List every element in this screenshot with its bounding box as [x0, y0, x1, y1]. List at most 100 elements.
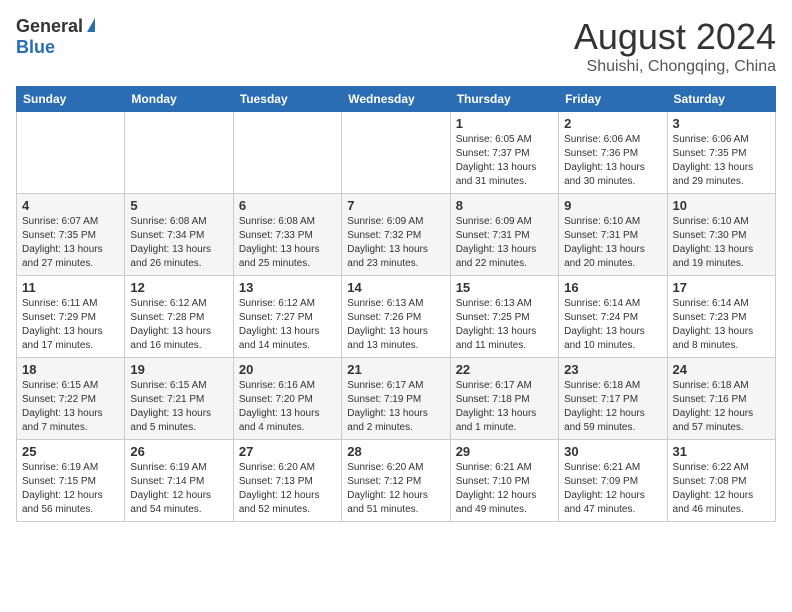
day-info: Sunrise: 6:08 AMSunset: 7:34 PMDaylight:… [130, 215, 227, 271]
day-number: 1 [456, 116, 553, 131]
day-info: Sunrise: 6:08 AMSunset: 7:33 PMDaylight:… [239, 215, 336, 271]
day-number: 23 [564, 362, 661, 377]
calendar-header-tuesday: Tuesday [233, 87, 341, 112]
day-info: Sunrise: 6:13 AMSunset: 7:25 PMDaylight:… [456, 297, 553, 353]
day-number: 30 [564, 444, 661, 459]
day-number: 14 [347, 280, 444, 295]
calendar-cell: 9 Sunrise: 6:10 AMSunset: 7:31 PMDaylight… [559, 194, 667, 276]
calendar-cell: 23 Sunrise: 6:18 AMSunset: 7:17 PMDayligh… [559, 358, 667, 440]
day-info: Sunrise: 6:14 AMSunset: 7:23 PMDaylight:… [673, 297, 770, 353]
calendar-cell: 24 Sunrise: 6:18 AMSunset: 7:16 PMDayligh… [667, 358, 775, 440]
calendar-header-row: SundayMondayTuesdayWednesdayThursdayFrid… [17, 87, 776, 112]
day-info: Sunrise: 6:09 AMSunset: 7:31 PMDaylight:… [456, 215, 553, 271]
day-number: 31 [673, 444, 770, 459]
calendar-table: SundayMondayTuesdayWednesdayThursdayFrid… [16, 86, 776, 522]
day-number: 16 [564, 280, 661, 295]
calendar-cell: 16 Sunrise: 6:14 AMSunset: 7:24 PMDayligh… [559, 276, 667, 358]
day-info: Sunrise: 6:07 AMSunset: 7:35 PMDaylight:… [22, 215, 119, 271]
location-subtitle: Shuishi, Chongqing, China [574, 58, 776, 76]
calendar-week-3: 11 Sunrise: 6:11 AMSunset: 7:29 PMDayligh… [17, 276, 776, 358]
calendar-cell: 21Sunrise: 6:17 AMSunset: 7:19 PMDayligh… [342, 358, 450, 440]
calendar-cell: 11 Sunrise: 6:11 AMSunset: 7:29 PMDayligh… [17, 276, 125, 358]
calendar-cell: 1Sunrise: 6:05 AMSunset: 7:37 PMDaylight… [450, 112, 558, 194]
title-block: August 2024 Shuishi, Chongqing, China [574, 16, 776, 76]
calendar-cell: 28Sunrise: 6:20 AMSunset: 7:12 PMDayligh… [342, 440, 450, 522]
calendar-cell: 14 Sunrise: 6:13 AMSunset: 7:26 PMDayligh… [342, 276, 450, 358]
day-number: 26 [130, 444, 227, 459]
day-number: 18 [22, 362, 119, 377]
day-number: 15 [456, 280, 553, 295]
day-info: Sunrise: 6:19 AMSunset: 7:14 PMDaylight:… [130, 461, 227, 517]
calendar-cell [125, 112, 233, 194]
day-number: 27 [239, 444, 336, 459]
logo-general-text: General [16, 16, 83, 37]
calendar-cell: 30 Sunrise: 6:21 AMSunset: 7:09 PMDayligh… [559, 440, 667, 522]
day-info: Sunrise: 6:10 AMSunset: 7:31 PMDaylight:… [564, 215, 661, 271]
day-number: 2 [564, 116, 661, 131]
day-number: 13 [239, 280, 336, 295]
calendar-cell [17, 112, 125, 194]
logo-triangle-icon [87, 18, 95, 32]
day-info: Sunrise: 6:11 AMSunset: 7:29 PMDaylight:… [22, 297, 119, 353]
calendar-cell: 20 Sunrise: 6:16 AMSunset: 7:20 PMDayligh… [233, 358, 341, 440]
calendar-cell: 2 Sunrise: 6:06 AMSunset: 7:36 PMDaylight… [559, 112, 667, 194]
month-year-title: August 2024 [574, 16, 776, 58]
day-info: Sunrise: 6:22 AMSunset: 7:08 PMDaylight:… [673, 461, 770, 517]
day-info: Sunrise: 6:14 AMSunset: 7:24 PMDaylight:… [564, 297, 661, 353]
calendar-cell: 10Sunrise: 6:10 AMSunset: 7:30 PMDayligh… [667, 194, 775, 276]
day-number: 22 [456, 362, 553, 377]
logo-blue-text: Blue [16, 37, 55, 58]
day-number: 25 [22, 444, 119, 459]
day-number: 3 [673, 116, 770, 131]
day-info: Sunrise: 6:13 AMSunset: 7:26 PMDaylight:… [347, 297, 444, 353]
calendar-cell [233, 112, 341, 194]
calendar-cell: 29 Sunrise: 6:21 AMSunset: 7:10 PMDayligh… [450, 440, 558, 522]
calendar-cell: 3Sunrise: 6:06 AMSunset: 7:35 PMDaylight… [667, 112, 775, 194]
day-info: Sunrise: 6:17 AMSunset: 7:19 PMDaylight:… [347, 379, 444, 435]
day-info: Sunrise: 6:09 AMSunset: 7:32 PMDaylight:… [347, 215, 444, 271]
day-info: Sunrise: 6:20 AMSunset: 7:12 PMDaylight:… [347, 461, 444, 517]
day-number: 17 [673, 280, 770, 295]
day-number: 4 [22, 198, 119, 213]
day-info: Sunrise: 6:15 AMSunset: 7:21 PMDaylight:… [130, 379, 227, 435]
calendar-header-saturday: Saturday [667, 87, 775, 112]
day-info: Sunrise: 6:18 AMSunset: 7:16 PMDaylight:… [673, 379, 770, 435]
calendar-cell: 18 Sunrise: 6:15 AMSunset: 7:22 PMDayligh… [17, 358, 125, 440]
day-number: 9 [564, 198, 661, 213]
calendar-cell: 8Sunrise: 6:09 AMSunset: 7:31 PMDaylight… [450, 194, 558, 276]
calendar-cell: 7Sunrise: 6:09 AMSunset: 7:32 PMDaylight… [342, 194, 450, 276]
logo: General Blue [16, 16, 95, 58]
calendar-cell: 15 Sunrise: 6:13 AMSunset: 7:25 PMDayligh… [450, 276, 558, 358]
day-info: Sunrise: 6:16 AMSunset: 7:20 PMDaylight:… [239, 379, 336, 435]
day-info: Sunrise: 6:19 AMSunset: 7:15 PMDaylight:… [22, 461, 119, 517]
calendar-cell: 13 Sunrise: 6:12 AMSunset: 7:27 PMDayligh… [233, 276, 341, 358]
calendar-cell: 22 Sunrise: 6:17 AMSunset: 7:18 PMDayligh… [450, 358, 558, 440]
calendar-cell: 31 Sunrise: 6:22 AMSunset: 7:08 PMDayligh… [667, 440, 775, 522]
day-number: 29 [456, 444, 553, 459]
calendar-cell: 25 Sunrise: 6:19 AMSunset: 7:15 PMDayligh… [17, 440, 125, 522]
calendar-cell: 4 Sunrise: 6:07 AMSunset: 7:35 PMDaylight… [17, 194, 125, 276]
calendar-cell: 19 Sunrise: 6:15 AMSunset: 7:21 PMDayligh… [125, 358, 233, 440]
day-info: Sunrise: 6:17 AMSunset: 7:18 PMDaylight:… [456, 379, 553, 435]
calendar-header-thursday: Thursday [450, 87, 558, 112]
day-number: 19 [130, 362, 227, 377]
calendar-week-2: 4 Sunrise: 6:07 AMSunset: 7:35 PMDaylight… [17, 194, 776, 276]
calendar-week-1: 1Sunrise: 6:05 AMSunset: 7:37 PMDaylight… [17, 112, 776, 194]
calendar-header-friday: Friday [559, 87, 667, 112]
day-number: 12 [130, 280, 227, 295]
day-number: 24 [673, 362, 770, 377]
day-info: Sunrise: 6:12 AMSunset: 7:27 PMDaylight:… [239, 297, 336, 353]
day-info: Sunrise: 6:18 AMSunset: 7:17 PMDaylight:… [564, 379, 661, 435]
day-info: Sunrise: 6:06 AMSunset: 7:36 PMDaylight:… [564, 133, 661, 189]
day-info: Sunrise: 6:21 AMSunset: 7:10 PMDaylight:… [456, 461, 553, 517]
day-info: Sunrise: 6:20 AMSunset: 7:13 PMDaylight:… [239, 461, 336, 517]
day-info: Sunrise: 6:15 AMSunset: 7:22 PMDaylight:… [22, 379, 119, 435]
calendar-header-sunday: Sunday [17, 87, 125, 112]
day-number: 11 [22, 280, 119, 295]
day-info: Sunrise: 6:21 AMSunset: 7:09 PMDaylight:… [564, 461, 661, 517]
calendar-header-wednesday: Wednesday [342, 87, 450, 112]
day-info: Sunrise: 6:12 AMSunset: 7:28 PMDaylight:… [130, 297, 227, 353]
calendar-cell: 12 Sunrise: 6:12 AMSunset: 7:28 PMDayligh… [125, 276, 233, 358]
calendar-header-monday: Monday [125, 87, 233, 112]
day-number: 20 [239, 362, 336, 377]
